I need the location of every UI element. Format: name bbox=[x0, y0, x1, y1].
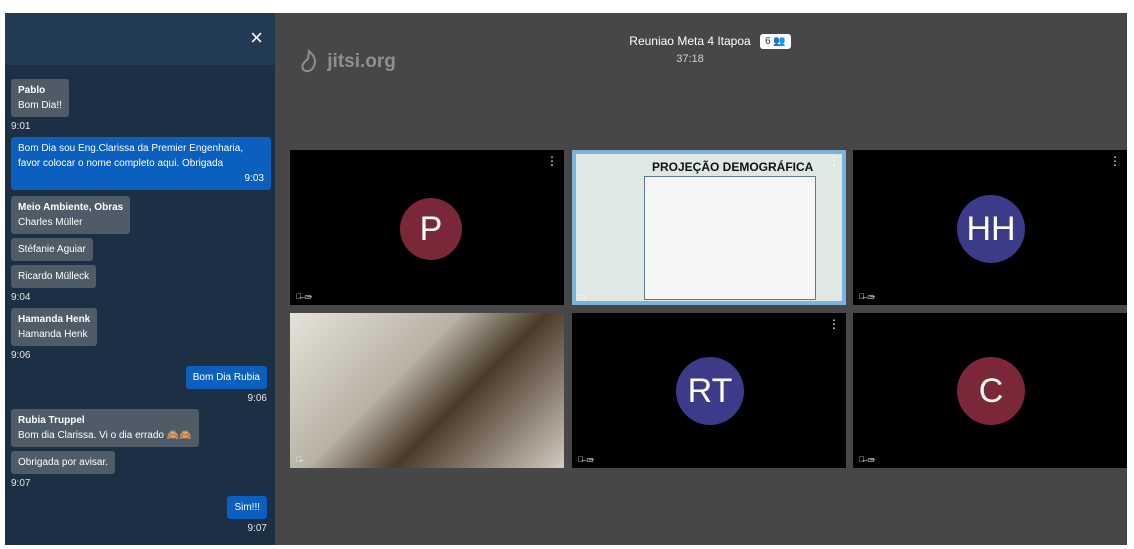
message-time: 9:01 bbox=[11, 121, 31, 132]
message-text: Obrigada por avisar. bbox=[18, 457, 109, 468]
chat-bubble: Ricardo Mülleck bbox=[11, 265, 97, 288]
mic-off-icon: 🎙̶ bbox=[296, 455, 302, 464]
message-group: Pablo Bom Dia!! bbox=[5, 79, 275, 121]
chat-messages: Pablo Bom Dia!! 9:01 Bom Dia sou Eng.Cla… bbox=[5, 79, 275, 535]
mic-off-icon: 🎙̶ ▭̶ bbox=[296, 292, 312, 301]
avatar: HH bbox=[957, 195, 1025, 263]
message-text: Stéfanie Aguiar bbox=[18, 244, 86, 255]
message-time: 9:07 bbox=[247, 523, 267, 534]
message-group: Meio Ambiente, Obras Charles Müller Stéf… bbox=[5, 196, 275, 292]
jitsi-logo: jitsi.org bbox=[299, 48, 396, 75]
message-group: Bom Dia sou Eng.Clarissa da Premier Enge… bbox=[5, 137, 275, 194]
jitsi-logo-icon bbox=[301, 48, 317, 73]
participants-icon: 👥 bbox=[773, 36, 786, 47]
screen-share-icon: ▭ bbox=[578, 292, 586, 301]
message-group: Bom Dia Rubia bbox=[5, 366, 275, 393]
more-vertical-icon[interactable]: ⋮ bbox=[1109, 154, 1121, 168]
participant-tile[interactable]: C 🎙̶ ▭̶ bbox=[853, 313, 1127, 468]
message-sender: Rubia Truppel bbox=[18, 415, 85, 426]
message-text: Ricardo Mülleck bbox=[18, 271, 90, 282]
participant-tile[interactable]: P ⋮ 🎙̶ ▭̶ bbox=[290, 150, 564, 305]
logo-text: jitsi.org bbox=[327, 51, 396, 73]
more-vertical-icon[interactable]: ⋮ bbox=[828, 154, 840, 168]
mic-off-icon: 🎙̶ ▭̶ bbox=[578, 455, 594, 464]
close-icon[interactable]: × bbox=[250, 27, 263, 49]
message-time: 9:06 bbox=[11, 350, 31, 361]
slide-border bbox=[572, 150, 846, 305]
meeting-timer: 37:18 bbox=[676, 53, 704, 65]
message-text: Bom Dia!! bbox=[18, 100, 62, 111]
jitsi-window: × Pablo Bom Dia!! 9:01 Bom Dia sou Eng.C… bbox=[5, 13, 1127, 545]
chat-header: × bbox=[5, 13, 275, 65]
avatar: RT bbox=[676, 357, 744, 425]
message-text: Bom dia Clarissa. Vi o dia errado 🙈🙈 bbox=[18, 430, 192, 441]
avatar: P bbox=[400, 198, 462, 260]
chat-bubble: Meio Ambiente, Obras Charles Müller bbox=[11, 196, 131, 234]
message-text: Bom Dia sou Eng.Clarissa da Premier Enge… bbox=[18, 143, 244, 154]
message-sender: Hamanda Henk bbox=[18, 314, 91, 325]
message-text: Sim!!! bbox=[234, 502, 260, 513]
message-sender: Pablo bbox=[18, 85, 46, 96]
message-group: Hamanda Henk Hamanda Henk bbox=[5, 308, 275, 350]
message-group: Sim!!! bbox=[5, 496, 275, 523]
chat-bubble: Bom Dia Rubia bbox=[185, 366, 267, 389]
chat-bubble: Stéfanie Aguiar bbox=[11, 238, 93, 261]
more-vertical-icon[interactable]: ⋮ bbox=[828, 317, 840, 331]
chat-bubble: Hamanda Henk Hamanda Henk bbox=[11, 308, 98, 346]
message-sender: Meio Ambiente, Obras bbox=[18, 202, 124, 213]
participant-count: 6 bbox=[765, 36, 771, 47]
message-group: Rubia Truppel Bom dia Clarissa. Vi o dia… bbox=[5, 409, 275, 478]
more-vertical-icon[interactable]: ⋮ bbox=[546, 154, 558, 168]
participant-tile[interactable]: RT ⋮ 🎙̶ ▭̶ bbox=[572, 313, 846, 468]
message-text: Bom Dia Rubia bbox=[192, 372, 260, 383]
mic-off-icon: 🎙̶ ▭̶ bbox=[859, 455, 875, 464]
chat-bubble: Sim!!! bbox=[227, 496, 267, 519]
shared-slide: PROJEÇÃO DEMOGRÁFICA bbox=[572, 150, 846, 305]
message-time: 9:06 bbox=[247, 393, 267, 404]
message-text: Hamanda Henk bbox=[18, 329, 88, 340]
chat-panel: × Pablo Bom Dia!! 9:01 Bom Dia sou Eng.C… bbox=[5, 13, 275, 545]
chat-bubble: Obrigada por avisar. bbox=[11, 451, 116, 474]
message-time: 9:07 bbox=[11, 478, 31, 489]
chat-bubble: Bom Dia sou Eng.Clarissa da Premier Enge… bbox=[11, 137, 271, 190]
message-time: 9:03 bbox=[244, 173, 264, 184]
mic-off-icon: 🎙̶ ▭̶ bbox=[859, 292, 875, 301]
participant-video bbox=[290, 313, 564, 468]
avatar: C bbox=[957, 357, 1025, 425]
chat-bubble: Rubia Truppel Bom dia Clarissa. Vi o dia… bbox=[11, 409, 199, 447]
message-text: Charles Müller bbox=[18, 217, 83, 228]
message-time: 9:04 bbox=[11, 292, 31, 303]
participant-count-badge[interactable]: 6 👥 bbox=[760, 34, 791, 49]
participant-tile[interactable]: HH ⋮ 🎙̶ ▭̶ bbox=[853, 150, 1127, 305]
chat-bubble: Pablo Bom Dia!! bbox=[11, 79, 69, 117]
screen-share-tile[interactable]: PROJEÇÃO DEMOGRÁFICA ▭ ⋮ bbox=[572, 150, 846, 305]
message-text: favor colocar o nome completo aqui. Obri… bbox=[18, 158, 224, 169]
video-tile[interactable]: 🎙̶ bbox=[290, 313, 564, 468]
